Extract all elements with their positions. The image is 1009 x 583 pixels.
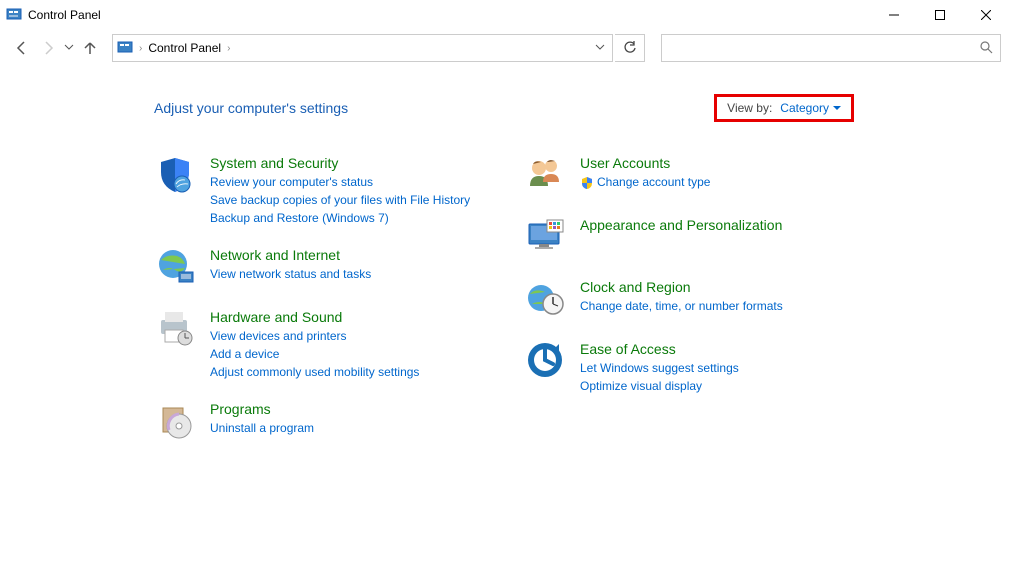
category-link[interactable]: Adjust commonly used mobility settings xyxy=(210,364,419,380)
category-link[interactable]: Optimize visual display xyxy=(580,378,739,394)
view-by-value[interactable]: Category xyxy=(780,101,841,115)
category-title[interactable]: Ease of Access xyxy=(580,340,739,358)
address-bar[interactable]: › Control Panel › xyxy=(112,34,613,62)
titlebar: Control Panel xyxy=(0,0,1009,30)
category-link[interactable]: Add a device xyxy=(210,346,419,362)
history-dropdown[interactable] xyxy=(62,41,76,55)
monitor-appearance-icon xyxy=(524,216,566,258)
category-link[interactable]: Change account type xyxy=(580,174,710,190)
globe-network-icon xyxy=(154,246,196,288)
page-heading: Adjust your computer's settings xyxy=(154,100,348,116)
category-column-left: System and Security Review your computer… xyxy=(154,154,484,442)
category-link[interactable]: Backup and Restore (Windows 7) xyxy=(210,210,470,226)
minimize-button[interactable] xyxy=(871,0,917,30)
category-link[interactable]: Save backup copies of your files with Fi… xyxy=(210,192,470,208)
category-link[interactable]: Uninstall a program xyxy=(210,420,314,436)
address-segment[interactable]: Control Panel xyxy=(148,41,221,55)
category-title[interactable]: System and Security xyxy=(210,154,470,172)
category-link[interactable]: View devices and printers xyxy=(210,328,419,344)
control-panel-icon xyxy=(117,40,133,56)
category-ease-of-access: Ease of Access Let Windows suggest setti… xyxy=(524,340,854,394)
category-link[interactable]: Review your computer's status xyxy=(210,174,470,190)
printer-icon xyxy=(154,308,196,350)
window-controls xyxy=(871,0,1009,30)
category-title[interactable]: Programs xyxy=(210,400,314,418)
category-title[interactable]: Hardware and Sound xyxy=(210,308,419,326)
category-network-internet: Network and Internet View network status… xyxy=(154,246,484,288)
shield-icon xyxy=(154,154,196,196)
control-panel-icon xyxy=(6,7,22,23)
category-link[interactable]: Let Windows suggest settings xyxy=(580,360,739,376)
category-title[interactable]: Appearance and Personalization xyxy=(580,216,782,234)
category-programs: Programs Uninstall a program xyxy=(154,400,484,442)
category-user-accounts: User Accounts Change account type xyxy=(524,154,854,196)
chevron-down-icon xyxy=(833,104,841,112)
category-link[interactable]: Change date, time, or number formats xyxy=(580,298,783,314)
maximize-button[interactable] xyxy=(917,0,963,30)
close-button[interactable] xyxy=(963,0,1009,30)
search-icon[interactable] xyxy=(972,40,1000,57)
back-button[interactable] xyxy=(10,36,34,60)
content-area: Adjust your computer's settings View by:… xyxy=(0,66,1009,442)
refresh-button[interactable] xyxy=(615,34,645,62)
forward-button[interactable] xyxy=(36,36,60,60)
category-appearance-personalization: Appearance and Personalization xyxy=(524,216,854,258)
category-hardware-sound: Hardware and Sound View devices and prin… xyxy=(154,308,484,380)
address-dropdown[interactable] xyxy=(590,41,610,55)
up-button[interactable] xyxy=(78,36,102,60)
ease-of-access-icon xyxy=(524,340,566,382)
programs-disc-icon xyxy=(154,400,196,442)
uac-shield-icon xyxy=(580,176,594,190)
category-title[interactable]: Network and Internet xyxy=(210,246,371,264)
category-title[interactable]: User Accounts xyxy=(580,154,710,172)
chevron-right-icon[interactable]: › xyxy=(227,43,230,54)
category-clock-region: Clock and Region Change date, time, or n… xyxy=(524,278,854,320)
view-by-label: View by: xyxy=(727,101,772,115)
category-column-right: User Accounts Change account type Appear… xyxy=(524,154,854,442)
chevron-right-icon[interactable]: › xyxy=(139,43,142,54)
clock-globe-icon xyxy=(524,278,566,320)
window-title: Control Panel xyxy=(28,8,101,22)
category-system-security: System and Security Review your computer… xyxy=(154,154,484,226)
search-input[interactable] xyxy=(662,35,972,61)
view-by-selector[interactable]: View by: Category xyxy=(714,94,854,122)
user-accounts-icon xyxy=(524,154,566,196)
category-title[interactable]: Clock and Region xyxy=(580,278,783,296)
category-link[interactable]: View network status and tasks xyxy=(210,266,371,282)
search-box[interactable] xyxy=(661,34,1001,62)
nav-row: › Control Panel › xyxy=(0,30,1009,66)
